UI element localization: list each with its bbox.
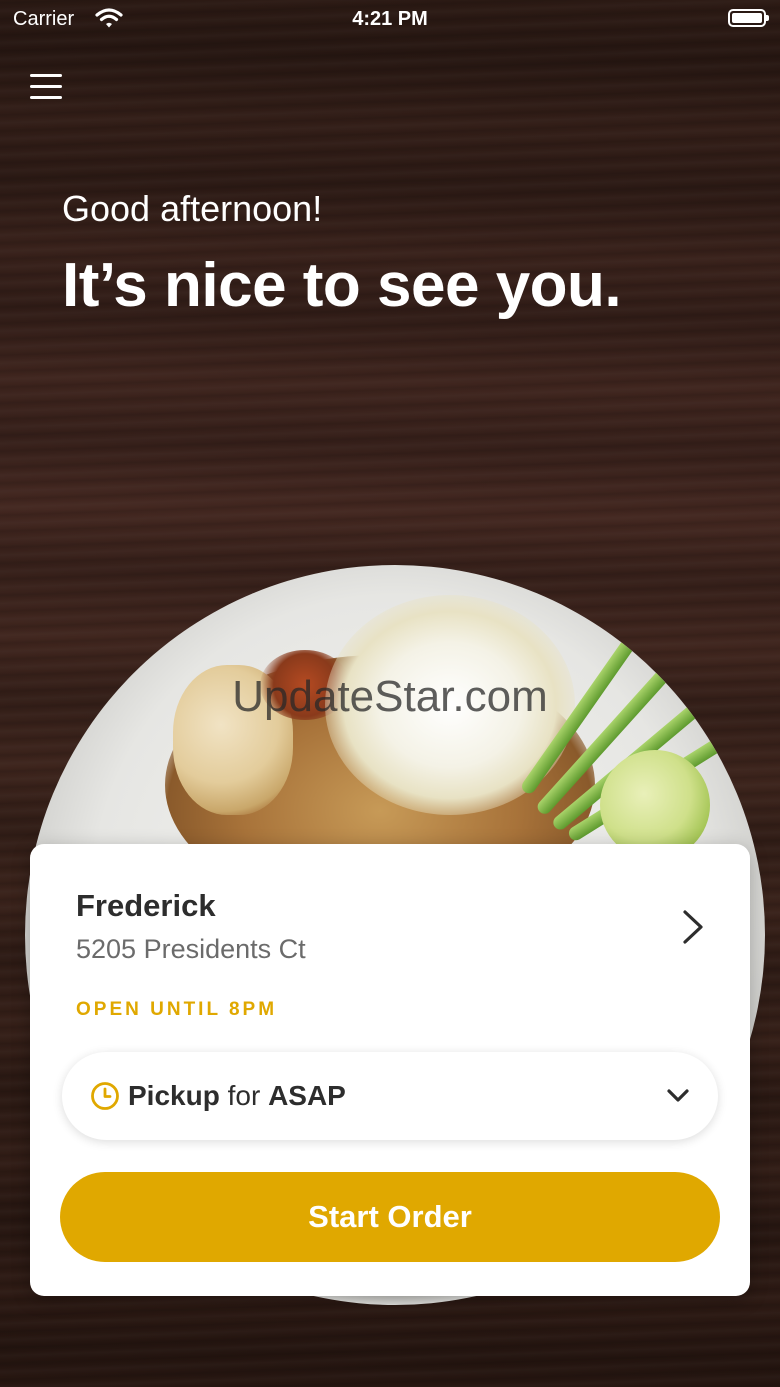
store-selector[interactable]: Frederick 5205 Presidents Ct bbox=[30, 844, 750, 984]
watermark-text: UpdateStar.com bbox=[232, 672, 548, 721]
clock-time: 4:21 PM bbox=[352, 8, 428, 30]
clock-icon bbox=[90, 1081, 120, 1116]
order-mode-selector[interactable]: Pickup for ASAP bbox=[62, 1052, 718, 1140]
store-address: 5205 Presidents Ct bbox=[76, 934, 306, 964]
store-hours: OPEN UNTIL 8PM bbox=[76, 999, 278, 1020]
store-card: Frederick 5205 Presidents Ct OPEN UNTIL … bbox=[30, 844, 750, 1296]
battery-icon bbox=[728, 9, 769, 27]
order-mode-connector: for bbox=[227, 1080, 261, 1111]
order-mode-label: Pickup for ASAP bbox=[128, 1080, 346, 1112]
status-bar: Carrier 4:21 PM bbox=[0, 0, 780, 40]
order-mode-time: ASAP bbox=[268, 1080, 346, 1111]
start-order-button[interactable]: Start Order bbox=[60, 1172, 720, 1262]
headline-text: It’s nice to see you. bbox=[62, 251, 622, 320]
chevron-right-icon bbox=[680, 909, 706, 950]
greeting-text: Good afternoon! bbox=[62, 188, 323, 229]
chevron-down-icon bbox=[666, 1088, 690, 1109]
hamburger-menu-icon[interactable] bbox=[30, 74, 62, 102]
store-name: Frederick bbox=[76, 888, 216, 923]
order-mode-type: Pickup bbox=[128, 1080, 220, 1111]
